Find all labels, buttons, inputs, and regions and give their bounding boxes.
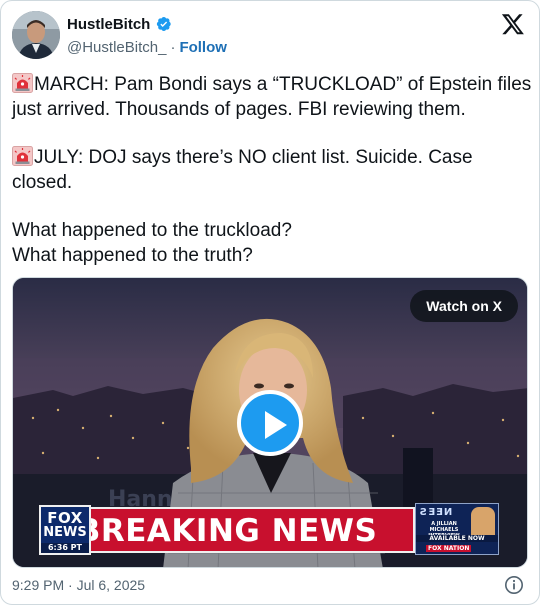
tweet-timestamp[interactable]: 9:29 PM · Jul 6, 2025 (12, 577, 145, 593)
siren-icon (12, 73, 33, 93)
question-truckload: What happened to the truckload? (12, 220, 292, 241)
promo-availability: AVAILABLE NOW (416, 535, 498, 542)
info-icon[interactable] (504, 575, 524, 595)
watch-on-x-button[interactable]: Watch on X (410, 290, 518, 322)
tweet-text: MARCH: Pam Bondi says a “TRUCKLOAD” of E… (12, 73, 532, 268)
promo-panel: ƧƎƎИ A JILLIAN MICHAELS INTERVIEW AVAILA… (415, 503, 499, 555)
ticker-text: BREAKING NEWS (76, 513, 378, 549)
separator-dot: · (170, 38, 176, 56)
author-block: HustleBitch @HustleBitch_ · Follow (67, 14, 227, 57)
author-handle[interactable]: @HustleBitch_ (67, 39, 166, 56)
tweet-card: HustleBitch @HustleBitch_ · Follow MARCH… (0, 0, 540, 605)
author-display-name[interactable]: HustleBitch (67, 16, 150, 33)
logo-line-news: NEWS (43, 525, 87, 540)
tweet-paragraph: What happened to the truckload? What hap… (12, 219, 532, 268)
paragraph-march: MARCH: Pam Bondi says a “TRUCKLOAD” of E… (12, 74, 532, 120)
play-icon (265, 411, 287, 439)
video-player[interactable]: Hann Watch on X BREAKING NEWS FOX NEWS 6… (12, 277, 528, 568)
promo-title: ƧƎƎИ (420, 507, 454, 518)
verified-badge-icon (157, 17, 172, 31)
fox-news-logo: FOX NEWS 6:36 PT (39, 505, 91, 555)
x-logo-icon[interactable] (501, 12, 525, 36)
paragraph-july: JULY: DOJ says there’s NO client list. S… (12, 147, 473, 193)
question-truth: What happened to the truth? (12, 244, 253, 266)
promo-brand: FOX NATION (426, 545, 472, 552)
tweet-paragraph: MARCH: Pam Bondi says a “TRUCKLOAD” of E… (12, 73, 532, 122)
siren-icon (12, 146, 33, 166)
logo-line-fox: FOX (47, 509, 83, 527)
timestamp-link[interactable]: 9:29 PM · Jul 6, 2025 (12, 577, 145, 593)
play-button[interactable] (237, 390, 303, 456)
broadcast-time: 6:36 PT (41, 543, 89, 553)
tweet-paragraph: JULY: DOJ says there’s NO client list. S… (12, 146, 532, 195)
breaking-news-ticker: BREAKING NEWS (39, 507, 415, 553)
follow-button[interactable]: Follow (179, 39, 227, 56)
avatar[interactable] (12, 11, 60, 59)
